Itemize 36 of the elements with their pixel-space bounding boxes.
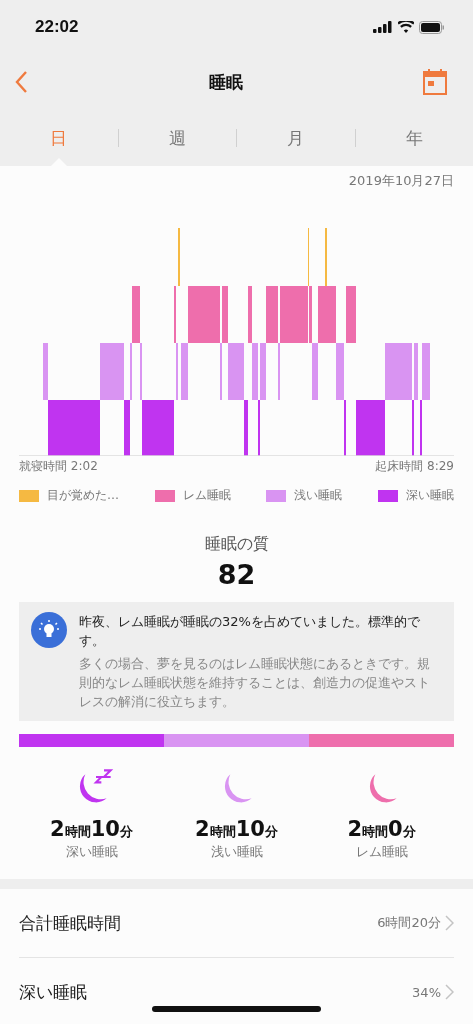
- period-tab[interactable]: 日: [0, 110, 118, 166]
- date-label: 2019年10月27日: [347, 172, 454, 188]
- lightbulb-icon: [31, 612, 67, 648]
- summary-row[interactable]: 合計睡眠時間 6時間20分: [19, 889, 454, 958]
- battery-icon: [419, 20, 445, 34]
- stage-duration: 2時間0分: [347, 817, 416, 841]
- quality-label: 睡眠の質: [203, 534, 270, 555]
- row-label: 合計睡眠時間: [19, 911, 121, 935]
- signal-icon: [373, 21, 393, 33]
- stage-duration: 2時間10分: [195, 817, 278, 841]
- page-title: 睡眠: [208, 70, 243, 94]
- status-time: 22:02: [35, 17, 79, 37]
- stage-label: 浅い睡眠: [210, 843, 263, 861]
- quality-score: 82: [216, 559, 257, 590]
- period-tab[interactable]: 週: [118, 110, 236, 166]
- bedtime-label: 就寝時間 2:02: [19, 458, 98, 475]
- back-icon[interactable]: [14, 70, 28, 94]
- legend-label: レム睡眠: [182, 487, 231, 504]
- stage-label: レム睡眠: [355, 843, 408, 861]
- period-tab[interactable]: 年: [355, 110, 473, 166]
- legend-label: 深い睡眠: [405, 487, 454, 504]
- legend-label: 目が覚めた…: [47, 487, 119, 504]
- row-value: 34%: [412, 984, 441, 1000]
- legend-label: 浅い睡眠: [294, 487, 343, 504]
- row-label: 深い睡眠: [19, 980, 87, 1004]
- wifi-icon: [398, 21, 414, 33]
- tip-title: 昨夜、レム睡眠が睡眠の32%を占めていました。標準的です。: [79, 613, 421, 650]
- calendar-icon[interactable]: [423, 69, 447, 95]
- chevron-icon: [445, 915, 454, 931]
- period-tab[interactable]: 月: [237, 110, 355, 166]
- wake-time-label: 起床時間 8:29: [375, 458, 454, 475]
- stage-label: 深い睡眠: [65, 843, 118, 861]
- chevron-icon: [445, 984, 454, 1000]
- stage-duration: 2時間10分: [50, 817, 133, 841]
- row-value: 6時間20分: [377, 914, 441, 932]
- tip-body: 多くの場合、夢を見るのはレム睡眠状態にあるときです。規則的なレム睡眠状態を維持することは、創造力の促進やストレスの解消に役立ちます。: [79, 655, 431, 711]
